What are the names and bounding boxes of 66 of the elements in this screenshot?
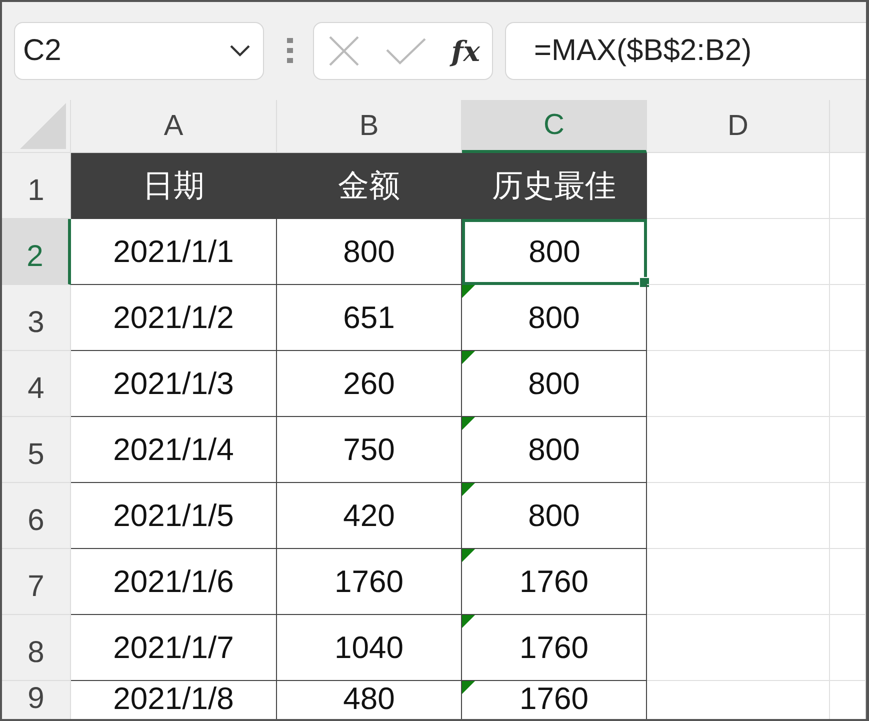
table-cell[interactable] — [647, 417, 830, 483]
table-cell[interactable]: 800 — [462, 285, 647, 351]
name-box[interactable]: C2 — [14, 22, 264, 80]
table-cell[interactable]: 1760 — [462, 615, 647, 681]
drag-handle-icon[interactable] — [287, 38, 293, 64]
row-header[interactable]: 3 — [2, 285, 71, 351]
table-cell[interactable]: 2021/1/2 — [71, 285, 277, 351]
table-cell[interactable]: 2021/1/8 — [71, 681, 277, 719]
row-header[interactable]: 9 — [2, 681, 71, 719]
table-cell[interactable]: 750 — [277, 417, 462, 483]
formula-field[interactable]: =MAX($B$2:B2) — [505, 22, 866, 80]
table-header-cell[interactable]: 历史最佳 — [462, 153, 647, 219]
table-cell[interactable]: 800 — [462, 219, 647, 285]
column-header[interactable]: D — [647, 100, 830, 153]
row-header[interactable]: 4 — [2, 351, 71, 417]
column-header[interactable] — [830, 100, 866, 153]
table-cell[interactable]: 1040 — [277, 615, 462, 681]
table-cell[interactable]: 2021/1/6 — [71, 549, 277, 615]
table-cell[interactable] — [830, 219, 866, 285]
table-cell[interactable] — [830, 285, 866, 351]
table-header-cell[interactable]: 日期 — [71, 153, 277, 219]
select-all-icon[interactable] — [20, 103, 66, 149]
row-header[interactable]: 1 — [2, 153, 71, 219]
table-cell[interactable] — [647, 483, 830, 549]
table-cell[interactable]: 800 — [462, 483, 647, 549]
table-cell[interactable]: 800 — [462, 417, 647, 483]
chevron-down-icon[interactable] — [229, 44, 251, 58]
table-cell[interactable]: 1760 — [462, 549, 647, 615]
table-cell[interactable] — [830, 351, 866, 417]
table-cell[interactable]: 420 — [277, 483, 462, 549]
table-cell[interactable]: 480 — [277, 681, 462, 719]
column-header[interactable]: B — [277, 100, 462, 153]
table-cell[interactable] — [830, 549, 866, 615]
table-cell[interactable]: 2021/1/5 — [71, 483, 277, 549]
table-cell[interactable]: 2021/1/1 — [71, 219, 277, 285]
table-cell[interactable] — [830, 417, 866, 483]
table-cell[interactable] — [830, 153, 866, 219]
table-cell[interactable] — [647, 549, 830, 615]
table-cell[interactable] — [647, 285, 830, 351]
table-cell[interactable] — [647, 351, 830, 417]
column-header[interactable]: C — [462, 100, 647, 153]
row-header[interactable]: 8 — [2, 615, 71, 681]
fill-handle[interactable] — [639, 277, 650, 288]
table-header-cell[interactable]: 金额 — [277, 153, 462, 219]
table-cell[interactable]: 800 — [462, 351, 647, 417]
table-cell[interactable] — [830, 615, 866, 681]
table-cell[interactable] — [830, 483, 866, 549]
table-cell[interactable] — [647, 153, 830, 219]
table-cell[interactable]: 1760 — [462, 681, 647, 719]
row-header[interactable]: 5 — [2, 417, 71, 483]
row-header[interactable]: 6 — [2, 483, 71, 549]
close-icon[interactable] — [328, 35, 360, 67]
column-header[interactable]: A — [71, 100, 277, 153]
table-cell[interactable]: 2021/1/7 — [71, 615, 277, 681]
table-cell[interactable]: 260 — [277, 351, 462, 417]
checkmark-icon[interactable] — [384, 37, 427, 65]
table-cell[interactable]: 800 — [277, 219, 462, 285]
table-cell[interactable]: 2021/1/3 — [71, 351, 277, 417]
row-header[interactable]: 7 — [2, 549, 71, 615]
table-cell[interactable] — [647, 615, 830, 681]
table-cell[interactable] — [647, 219, 830, 285]
row-header[interactable]: 2 — [2, 219, 71, 285]
table-cell[interactable]: 1760 — [277, 549, 462, 615]
table-cell[interactable]: 651 — [277, 285, 462, 351]
table-cell[interactable]: 2021/1/4 — [71, 417, 277, 483]
insert-function-button[interactable]: fx — [451, 34, 480, 68]
